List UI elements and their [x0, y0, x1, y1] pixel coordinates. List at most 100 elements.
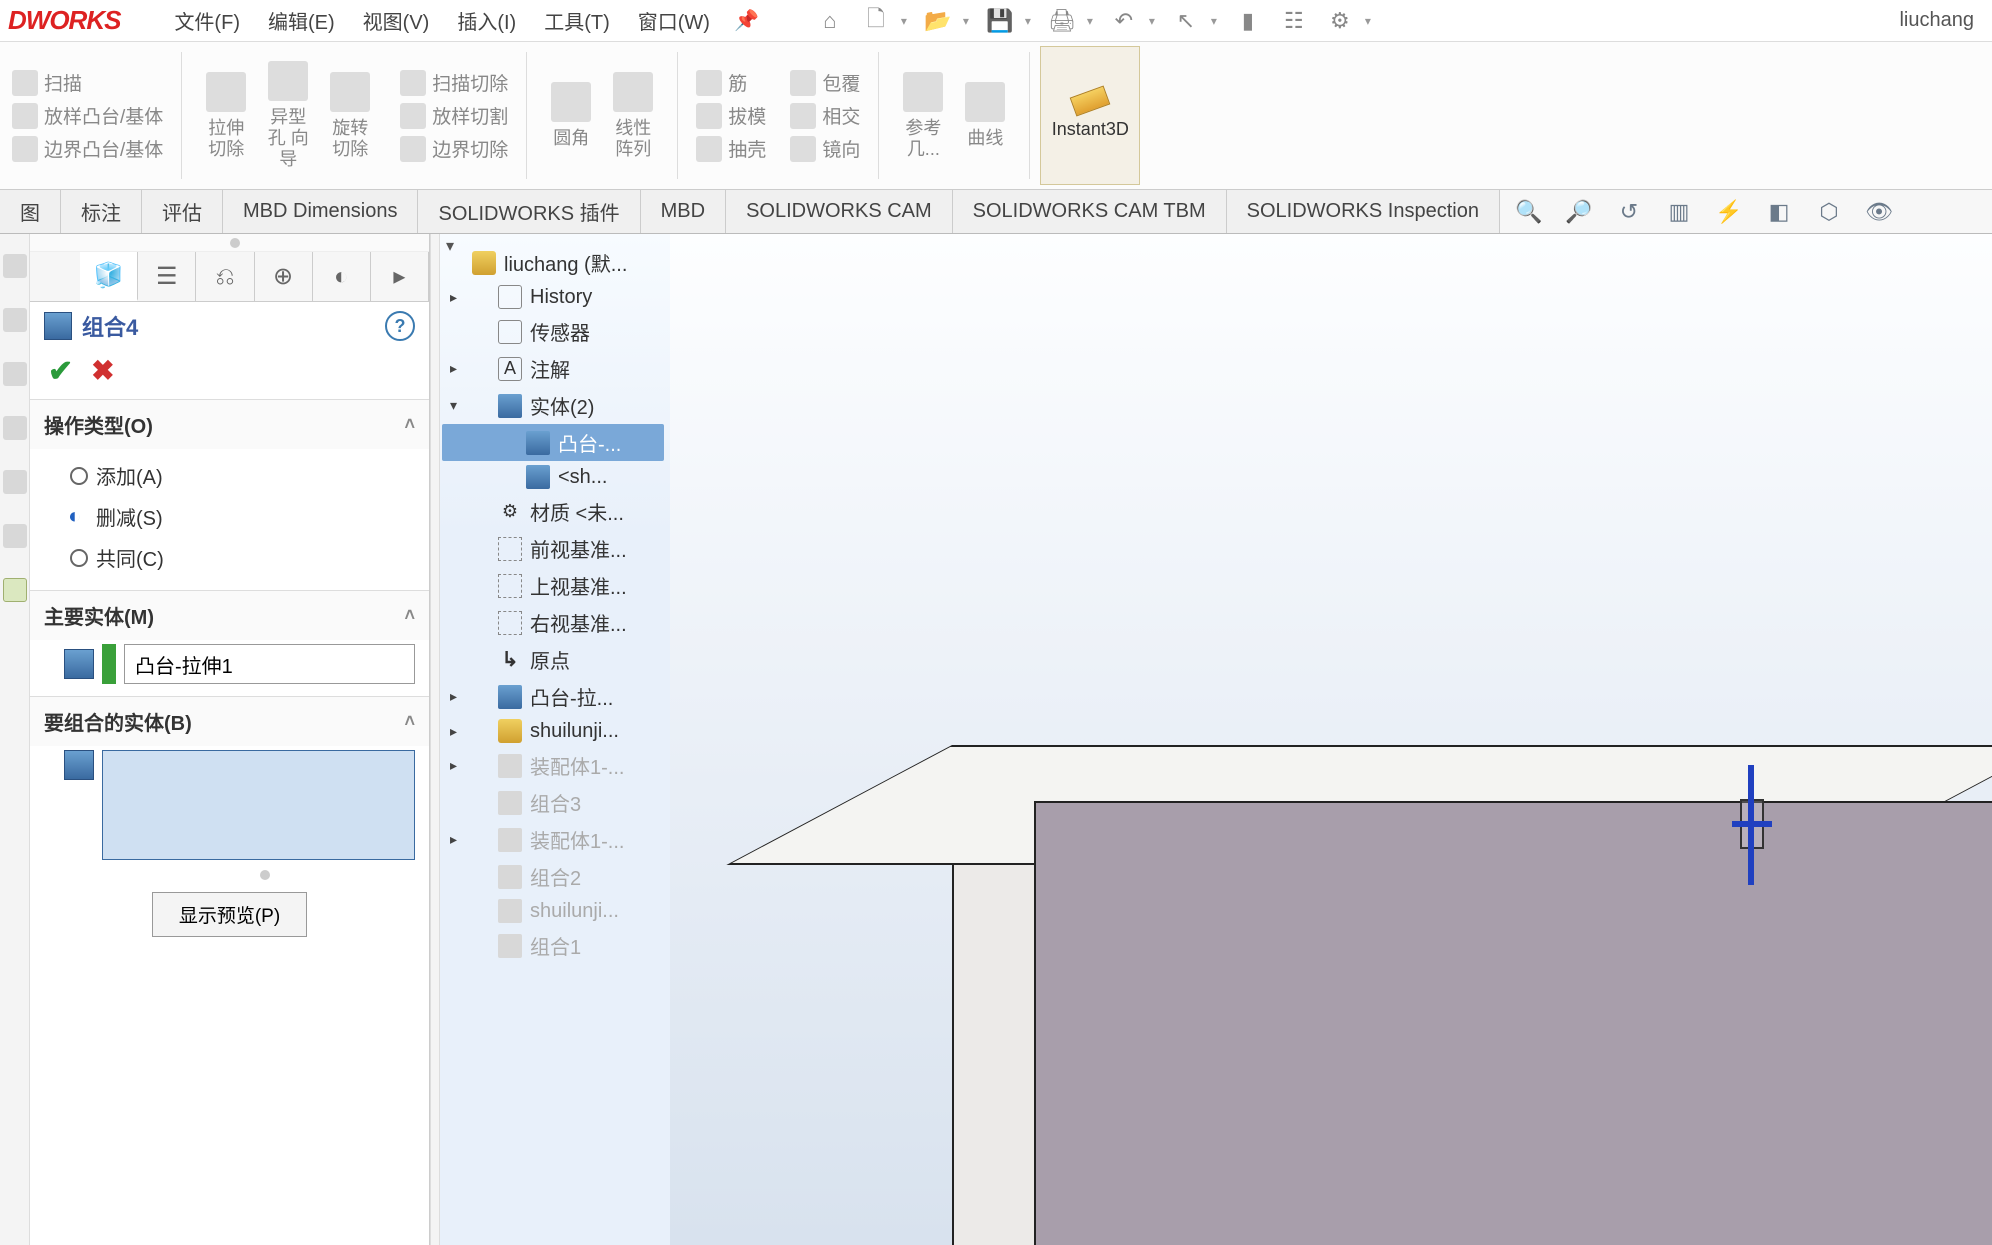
rail-btn-2[interactable] [3, 308, 27, 332]
extrude-cut-button[interactable]: 拉伸 切除 [196, 70, 256, 161]
boundary-button[interactable]: 边界凸台/基体 [8, 133, 167, 164]
tab-sketch[interactable]: 图 [0, 190, 61, 233]
open-icon[interactable]: 📂 [917, 3, 959, 39]
section-view-icon[interactable]: ▥ [1658, 193, 1700, 231]
tree-bodies[interactable]: ▾实体(2) [442, 387, 664, 424]
rail-btn-1[interactable] [3, 254, 27, 278]
save-icon[interactable]: 💾 [979, 3, 1021, 39]
radio-common[interactable]: 共同(C) [70, 537, 411, 578]
instant3d-button[interactable]: Instant3D [1040, 46, 1140, 185]
tab-mbd[interactable]: MBD [641, 190, 726, 233]
property-manager-tab[interactable]: ☰ [138, 252, 196, 301]
menu-view[interactable]: 视图(V) [349, 2, 444, 39]
tree-shuilunji-2[interactable]: shuilunji... [442, 895, 664, 927]
tree-extrude[interactable]: ▸凸台-拉... [442, 678, 664, 715]
radio-add[interactable]: 添加(A) [70, 455, 411, 496]
configuration-manager-tab[interactable]: ⎌ [196, 252, 254, 301]
display-manager-tab[interactable]: ◐ [313, 252, 371, 301]
graphics-viewport[interactable] [670, 234, 1992, 1245]
tree-plane-front[interactable]: 前视基准... [442, 530, 664, 567]
selection-gizmo[interactable] [1732, 765, 1772, 885]
tree-combine2[interactable]: 组合2 [442, 858, 664, 895]
tab-mbd-dimensions[interactable]: MBD Dimensions [223, 190, 418, 233]
rail-btn-4[interactable] [3, 416, 27, 440]
zoom-fit-icon[interactable]: 🔍 [1508, 193, 1550, 231]
bodies-to-combine-list[interactable] [102, 750, 415, 860]
sweep-cut-button[interactable]: 扫描切除 [396, 67, 512, 98]
panel-width-handle[interactable] [30, 234, 429, 252]
panel-splitter[interactable] [430, 234, 440, 1245]
menu-edit[interactable]: 编辑(E) [254, 2, 349, 39]
hide-show-icon[interactable]: 👁 [1858, 193, 1900, 231]
tree-body-1[interactable]: 凸台-... [442, 424, 664, 461]
help-button[interactable]: ? [385, 311, 415, 341]
zoom-area-icon[interactable]: 🔎 [1558, 193, 1600, 231]
rail-btn-7[interactable] [3, 578, 27, 602]
home-icon[interactable]: ⌂ [809, 3, 851, 39]
dynamic-view-icon[interactable]: ⚡ [1708, 193, 1750, 231]
intersect-button[interactable]: 相交 [786, 100, 864, 131]
curves-button[interactable]: 曲线 [955, 80, 1015, 151]
tab-sw-cam-tbm[interactable]: SOLIDWORKS CAM TBM [953, 190, 1227, 233]
draft-button[interactable]: 拔模 [692, 100, 770, 131]
rib-button[interactable]: 筋 [692, 67, 770, 98]
tree-combine3[interactable]: 组合3 [442, 784, 664, 821]
tree-root[interactable]: liuchang (默... [442, 244, 664, 281]
rail-btn-3[interactable] [3, 362, 27, 386]
tab-annotate[interactable]: 标注 [61, 190, 142, 233]
show-preview-button[interactable]: 显示预览(P) [152, 892, 307, 937]
tree-body-2[interactable]: <sh... [442, 461, 664, 493]
cancel-button[interactable]: ✖ [91, 354, 114, 389]
tab-sw-addins[interactable]: SOLIDWORKS 插件 [418, 190, 640, 233]
pin-icon[interactable]: 📌 [724, 8, 769, 33]
menu-file[interactable]: 文件(F) [160, 2, 254, 39]
boundary-cut-button[interactable]: 边界切除 [396, 133, 512, 164]
tree-origin[interactable]: ↳原点 [442, 641, 664, 678]
tree-history[interactable]: ▸History [442, 281, 664, 313]
tab-sw-inspection[interactable]: SOLIDWORKS Inspection [1227, 190, 1500, 233]
menu-window[interactable]: 窗口(W) [624, 2, 724, 39]
linear-pattern-button[interactable]: 线性 阵列 [603, 70, 663, 161]
rail-btn-6[interactable] [3, 524, 27, 548]
list-scroll-handle[interactable] [130, 868, 389, 882]
tree-sensors[interactable]: 传感器 [442, 313, 664, 350]
feature-manager-tab[interactable]: 🧊 [80, 252, 138, 301]
undo-icon[interactable]: ↶ [1103, 3, 1145, 39]
ref-geom-button[interactable]: 参考 几... [893, 70, 953, 161]
shell-button[interactable]: 抽壳 [692, 133, 770, 164]
main-body-input[interactable] [124, 644, 415, 684]
loft-cut-button[interactable]: 放样切割 [396, 100, 512, 131]
options-list-icon[interactable]: ☷ [1273, 3, 1315, 39]
new-icon[interactable]: 🗋 [855, 3, 897, 39]
section-main-header[interactable]: 主要实体(M) ˄ [30, 591, 429, 640]
section-combine-header[interactable]: 要组合的实体(B) ˄ [30, 697, 429, 746]
ok-button[interactable]: ✔ [48, 354, 73, 389]
tree-material[interactable]: ⚙材质 <未... [442, 493, 664, 530]
dimxpert-manager-tab[interactable]: ⊕ [255, 252, 313, 301]
tab-evaluate[interactable]: 评估 [142, 190, 223, 233]
menu-tools[interactable]: 工具(T) [530, 2, 624, 39]
radio-subtract[interactable]: 删减(S) [70, 496, 411, 537]
tree-plane-top[interactable]: 上视基准... [442, 567, 664, 604]
tree-shuilunji-1[interactable]: ▸shuilunji... [442, 715, 664, 747]
prev-view-icon[interactable]: ↺ [1608, 193, 1650, 231]
tree-asm1a[interactable]: ▸装配体1-... [442, 747, 664, 784]
revolve-cut-button[interactable]: 旋转 切除 [320, 70, 380, 161]
loft-button[interactable]: 放样凸台/基体 [8, 100, 167, 131]
rebuild-icon[interactable]: ▮ [1227, 3, 1269, 39]
more-tabs[interactable]: ▸ [371, 252, 429, 301]
settings-gear-icon[interactable]: ⚙ [1319, 3, 1361, 39]
tree-plane-right[interactable]: 右视基准... [442, 604, 664, 641]
display-style-icon[interactable]: ◧ [1758, 193, 1800, 231]
wrap-button[interactable]: 包覆 [786, 67, 864, 98]
sweep-button[interactable]: 扫描 [8, 67, 167, 98]
hole-wizard-button[interactable]: 异型孔 向导 [258, 59, 318, 171]
tree-annotations[interactable]: ▸A注解 [442, 350, 664, 387]
menu-insert[interactable]: 插入(I) [443, 2, 530, 39]
tree-asm1b[interactable]: ▸装配体1-... [442, 821, 664, 858]
select-icon[interactable]: ↖ [1165, 3, 1207, 39]
print-icon[interactable]: 🖨 [1041, 3, 1083, 39]
view-orientation-icon[interactable]: ⬡ [1808, 193, 1850, 231]
tree-combine1[interactable]: 组合1 [442, 927, 664, 964]
tab-sw-cam[interactable]: SOLIDWORKS CAM [726, 190, 953, 233]
